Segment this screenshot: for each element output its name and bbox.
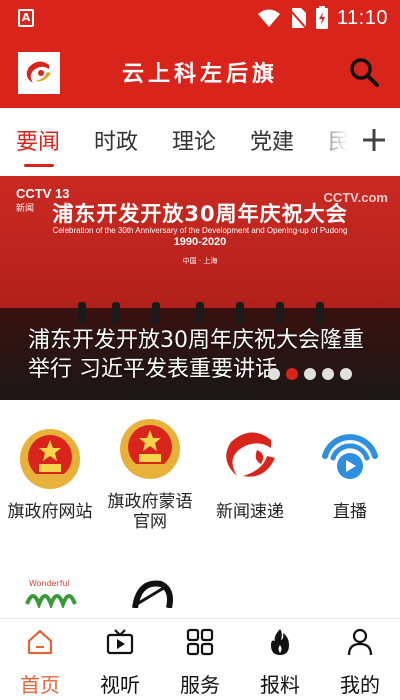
app-logo-icon: [226, 432, 275, 477]
stage-person: [78, 302, 86, 324]
plus-icon: [363, 129, 385, 151]
status-icons: 11:10: [257, 6, 388, 30]
fire-icon: [271, 629, 289, 655]
service-calligraphy[interactable]: [100, 574, 200, 612]
nav-label: 视听: [100, 673, 140, 697]
tab-lilun[interactable]: 理论: [172, 124, 216, 156]
grid-icon: [186, 628, 214, 656]
national-emblem-icon: [120, 419, 180, 479]
service-label: 旗政府网站: [7, 502, 93, 522]
tab-shizheng[interactable]: 时政: [94, 124, 138, 156]
wonderful-logo-icon: Wonderful: [25, 579, 77, 610]
carousel-dot[interactable]: [340, 368, 352, 380]
nav-label: 我的: [340, 673, 380, 697]
video-icon: [106, 629, 134, 655]
carousel-dot-active[interactable]: [286, 368, 298, 380]
nav-report[interactable]: 报料: [240, 627, 320, 698]
national-emblem-icon: [20, 429, 80, 489]
nav-home[interactable]: 首页: [0, 627, 80, 698]
tab-dangjian[interactable]: 党建: [250, 124, 294, 156]
service-label: 直播: [333, 502, 367, 522]
tab-fade: [308, 108, 348, 172]
banner-english-line: Celebration of the 30th Anniversary of t…: [52, 226, 348, 235]
wifi-icon: [257, 9, 280, 27]
status-time: 11:10: [336, 6, 388, 29]
carousel-dot[interactable]: [268, 368, 280, 380]
no-sim-icon: [289, 8, 307, 29]
stage-person: [236, 302, 244, 324]
service-grid: 旗政府网站 旗政府蒙语官网 新闻速递 直播 Wonderful: [0, 412, 400, 612]
stage-person: [316, 302, 324, 324]
banner-english-title: Celebration of the 30th Anniversary of t…: [0, 226, 400, 236]
tab-active-indicator: [24, 164, 54, 167]
stage-person: [152, 302, 160, 324]
battery-icon: [315, 6, 328, 29]
service-gov-website[interactable]: 旗政府网站: [0, 426, 100, 522]
app-notification-icon: A: [18, 9, 34, 27]
service-mongolian-website[interactable]: 旗政府蒙语官网: [100, 416, 200, 532]
carousel-dot[interactable]: [322, 368, 334, 380]
nav-profile[interactable]: 我的: [320, 627, 400, 698]
nav-label: 报料: [260, 673, 300, 697]
service-wonderful[interactable]: Wonderful: [0, 574, 100, 612]
bottom-nav: 首页 视听 服务 报料 我的: [0, 618, 400, 700]
app-title: 云上科左后旗: [121, 61, 278, 87]
stage-person: [112, 302, 120, 324]
home-icon: [27, 629, 53, 655]
search-icon[interactable]: [348, 56, 380, 88]
person-icon: [347, 628, 373, 656]
add-channel-button[interactable]: [348, 108, 400, 172]
app-bar: 云上科左后旗: [0, 36, 400, 108]
service-label: 新闻速递: [216, 502, 284, 522]
stage-person: [196, 302, 204, 324]
carousel-dot[interactable]: [304, 368, 316, 380]
service-label: 旗政府蒙语官网: [107, 492, 193, 532]
tab-yaowen[interactable]: 要闻: [16, 124, 60, 156]
nav-services[interactable]: 服务: [160, 627, 240, 698]
service-live[interactable]: 直播: [300, 426, 400, 522]
nav-label: 首页: [20, 673, 60, 697]
stage-person: [276, 302, 284, 324]
nav-label: 服务: [180, 673, 220, 697]
status-bar: A 11:10: [0, 0, 400, 36]
service-news-express[interactable]: 新闻速递: [200, 426, 300, 522]
svg-text:Wonderful: Wonderful: [29, 579, 70, 588]
live-broadcast-icon: [322, 434, 378, 479]
channel-tabs: 要闻 时政 理论 党建 民: [0, 108, 400, 172]
carousel-indicator: [268, 368, 352, 380]
nav-video[interactable]: 视听: [80, 627, 160, 698]
banner-headline: 浦东开发开放30周年庆祝大会: [52, 202, 348, 226]
calligraphy-icon: [132, 580, 173, 609]
news-carousel[interactable]: CCTV 13 新闻 CCTV.com 浦东开发开放30周年庆祝大会 Celeb…: [0, 176, 400, 400]
banner-place: 中国 · 上海: [182, 257, 218, 265]
banner-years: 1990-2020: [173, 236, 227, 248]
